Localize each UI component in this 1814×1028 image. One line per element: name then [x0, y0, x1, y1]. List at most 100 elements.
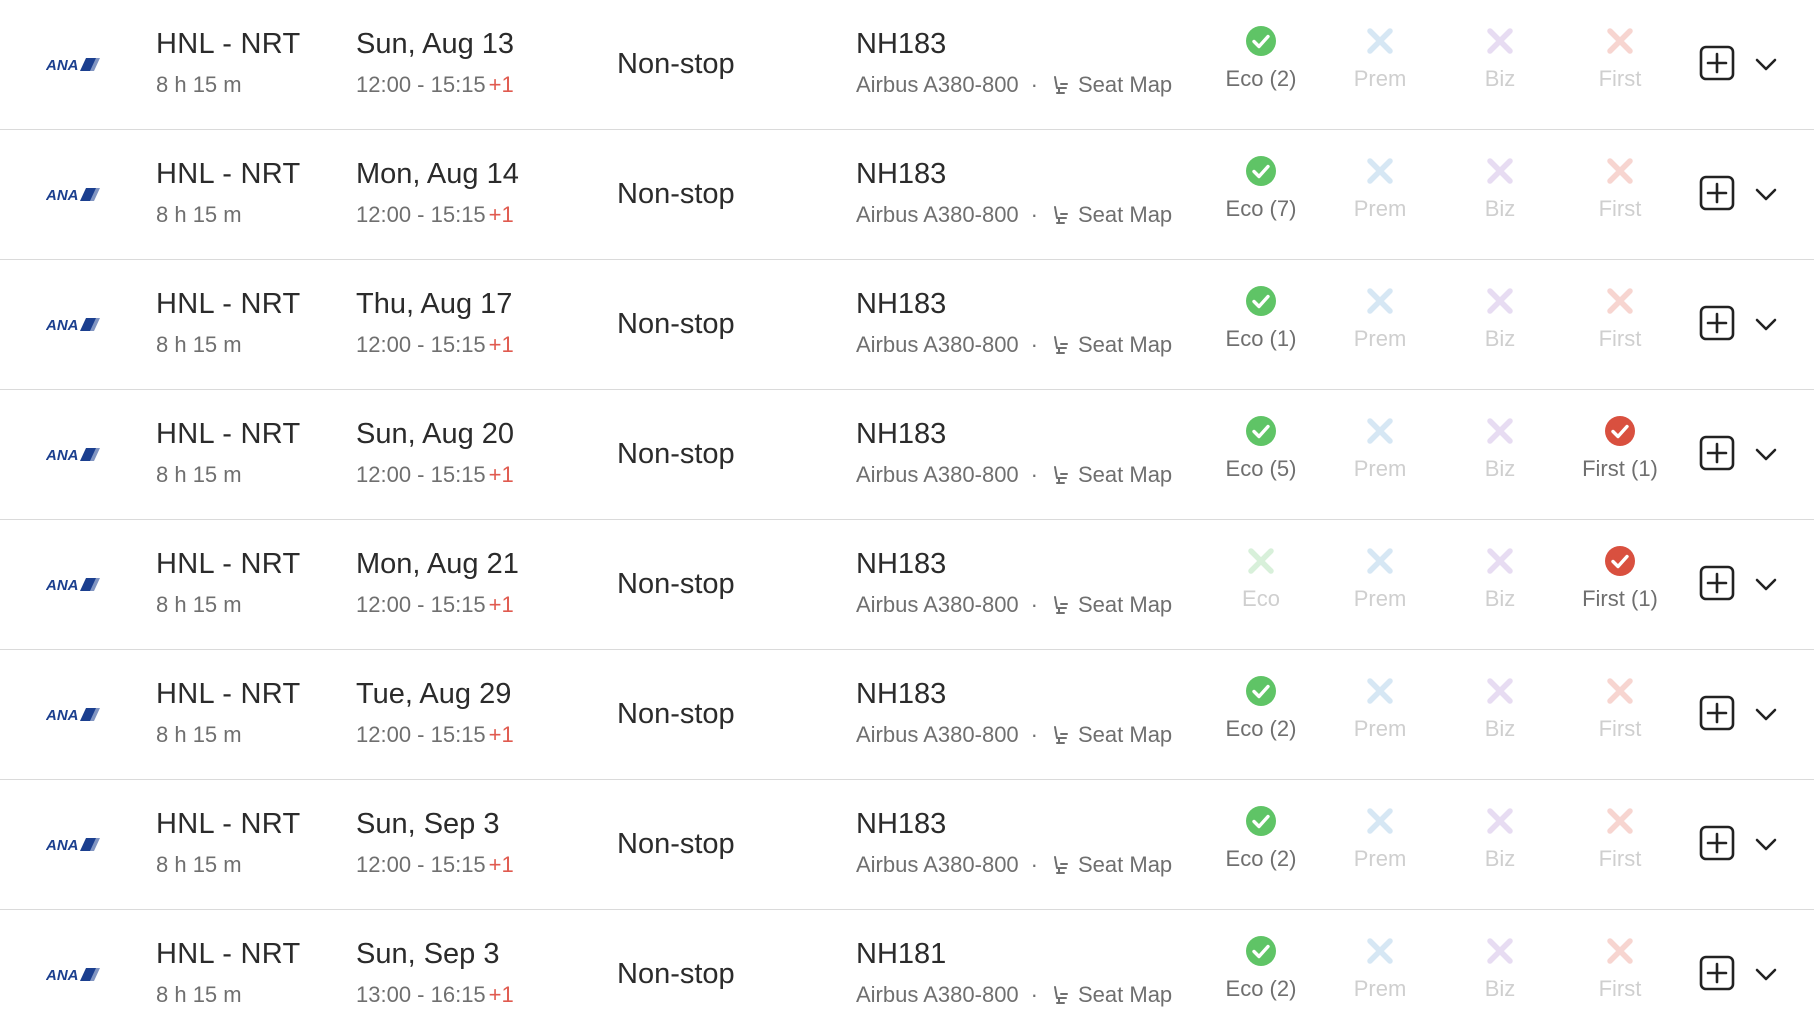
- plus-square-icon: [1699, 305, 1735, 341]
- cabin-label: First (1): [1582, 586, 1658, 611]
- departure-date: Mon, Aug 14: [356, 158, 519, 190]
- flight-times: 12:00 - 15:15 +1: [356, 852, 514, 878]
- cabin-label: First (1): [1582, 456, 1658, 481]
- aircraft-info: Airbus A380-800 · Seat Map: [856, 202, 1172, 228]
- x-icon: [1607, 678, 1633, 704]
- departure-date: Mon, Aug 21: [356, 548, 519, 580]
- separator-dot: ·: [1030, 332, 1038, 357]
- plus-square-icon: [1699, 825, 1735, 861]
- aircraft-type: Airbus A380-800: [856, 852, 1019, 877]
- duration: 8 h 15 m: [156, 982, 242, 1007]
- aircraft-type: Airbus A380-800: [856, 592, 1019, 617]
- add-flight-button[interactable]: [1699, 435, 1735, 471]
- aircraft-type: Airbus A380-800: [856, 202, 1019, 227]
- departure-date: Thu, Aug 17: [356, 288, 513, 320]
- flight-row[interactable]: ANA HNL - NRT 8 h 15 m Sun, Sep 3 13:00 …: [0, 910, 1814, 1028]
- seat-map-link[interactable]: Seat Map: [1078, 982, 1172, 1008]
- flight-number: NH183: [856, 418, 947, 450]
- cabin-eco: Eco (2): [1206, 805, 1316, 872]
- plus-day-badge: +1: [488, 332, 514, 357]
- ana-logo: ANA: [46, 963, 100, 985]
- plus-square-icon: [1699, 695, 1735, 731]
- flight-number: NH183: [856, 678, 947, 710]
- x-icon: [1607, 288, 1633, 314]
- expand-row-button[interactable]: [1752, 310, 1780, 338]
- seat-map-link[interactable]: Seat Map: [1078, 852, 1172, 878]
- aircraft-type: Airbus A380-800: [856, 332, 1019, 357]
- flight-row[interactable]: ANA HNL - NRT 8 h 15 m Mon, Aug 21 12:00…: [0, 520, 1814, 650]
- expand-row-button[interactable]: [1752, 570, 1780, 598]
- x-icon: [1487, 288, 1513, 314]
- cabin-label: First: [1598, 846, 1642, 871]
- cabin-prem: Prem: [1325, 805, 1435, 872]
- departure-date: Sun, Aug 20: [356, 418, 515, 450]
- expand-row-button[interactable]: [1752, 700, 1780, 728]
- flight-row[interactable]: ANA HNL - NRT 8 h 15 m Sun, Sep 3 12:00 …: [0, 780, 1814, 910]
- expand-row-button[interactable]: [1752, 180, 1780, 208]
- ana-logo: ANA: [46, 833, 100, 855]
- x-icon: [1487, 548, 1513, 574]
- flight-times: 12:00 - 15:15 +1: [356, 202, 514, 228]
- add-flight-button[interactable]: [1699, 825, 1735, 861]
- add-flight-button[interactable]: [1699, 695, 1735, 731]
- add-flight-button[interactable]: [1699, 565, 1735, 601]
- flight-row[interactable]: ANA HNL - NRT 8 h 15 m Sun, Aug 13 12:00…: [0, 0, 1814, 130]
- cabin-label: First: [1598, 196, 1642, 221]
- time-range: 12:00 - 15:15: [356, 592, 486, 617]
- seat-map-link[interactable]: Seat Map: [1078, 72, 1172, 98]
- seat-icon: [1050, 74, 1072, 96]
- seat-map-link[interactable]: Seat Map: [1078, 592, 1172, 618]
- plus-square-icon: [1699, 45, 1735, 81]
- flight-row[interactable]: ANA HNL - NRT 8 h 15 m Sun, Aug 20 12:00…: [0, 390, 1814, 520]
- expand-row-button[interactable]: [1752, 830, 1780, 858]
- cabin-label: Prem: [1353, 976, 1407, 1001]
- cabin-prem: Prem: [1325, 545, 1435, 612]
- add-flight-button[interactable]: [1699, 45, 1735, 81]
- cabin-label: Eco (5): [1225, 456, 1297, 481]
- x-icon: [1367, 418, 1393, 444]
- chevron-down-icon: [1755, 188, 1777, 201]
- x-icon: [1487, 678, 1513, 704]
- seat-map-link[interactable]: Seat Map: [1078, 462, 1172, 488]
- flight-row[interactable]: ANA HNL - NRT 8 h 15 m Thu, Aug 17 12:00…: [0, 260, 1814, 390]
- cabin-prem: Prem: [1325, 415, 1435, 482]
- cabin-label: Prem: [1353, 326, 1407, 351]
- expand-row-button[interactable]: [1752, 50, 1780, 78]
- seat-map-link[interactable]: Seat Map: [1078, 202, 1172, 228]
- add-flight-button[interactable]: [1699, 305, 1735, 341]
- separator-dot: ·: [1030, 852, 1038, 877]
- add-flight-button[interactable]: [1699, 955, 1735, 991]
- cabin-label: Biz: [1484, 456, 1516, 481]
- cabin-first: First (1): [1565, 545, 1675, 612]
- seat-map-link[interactable]: Seat Map: [1078, 332, 1172, 358]
- x-icon: [1367, 678, 1393, 704]
- x-icon: [1487, 28, 1513, 54]
- departure-date: Sun, Aug 13: [356, 28, 515, 60]
- expand-row-button[interactable]: [1752, 440, 1780, 468]
- cabin-eco: Eco (2): [1206, 935, 1316, 1002]
- flight-row[interactable]: ANA HNL - NRT 8 h 15 m Mon, Aug 14 12:00…: [0, 130, 1814, 260]
- ana-logo: ANA: [46, 573, 100, 595]
- chevron-down-icon: [1755, 838, 1777, 851]
- stops: Non-stop: [617, 178, 735, 210]
- time-range: 13:00 - 16:15: [356, 982, 486, 1007]
- cabin-eco: Eco (1): [1206, 285, 1316, 352]
- flight-times: 12:00 - 15:15 +1: [356, 722, 514, 748]
- flight-number: NH181: [856, 938, 947, 970]
- plus-square-icon: [1699, 955, 1735, 991]
- seat-icon: [1050, 204, 1072, 226]
- cabin-prem: Prem: [1325, 285, 1435, 352]
- add-flight-button[interactable]: [1699, 175, 1735, 211]
- expand-row-button[interactable]: [1752, 960, 1780, 988]
- duration: 8 h 15 m: [156, 852, 242, 877]
- flight-times: 12:00 - 15:15 +1: [356, 72, 514, 98]
- chevron-down-icon: [1755, 58, 1777, 71]
- flight-row[interactable]: ANA HNL - NRT 8 h 15 m Tue, Aug 29 12:00…: [0, 650, 1814, 780]
- separator-dot: ·: [1030, 592, 1038, 617]
- chevron-down-icon: [1755, 448, 1777, 461]
- seat-map-link[interactable]: Seat Map: [1078, 722, 1172, 748]
- stops: Non-stop: [617, 828, 735, 860]
- x-icon: [1607, 28, 1633, 54]
- cabin-prem: Prem: [1325, 675, 1435, 742]
- route: HNL - NRT: [156, 678, 301, 710]
